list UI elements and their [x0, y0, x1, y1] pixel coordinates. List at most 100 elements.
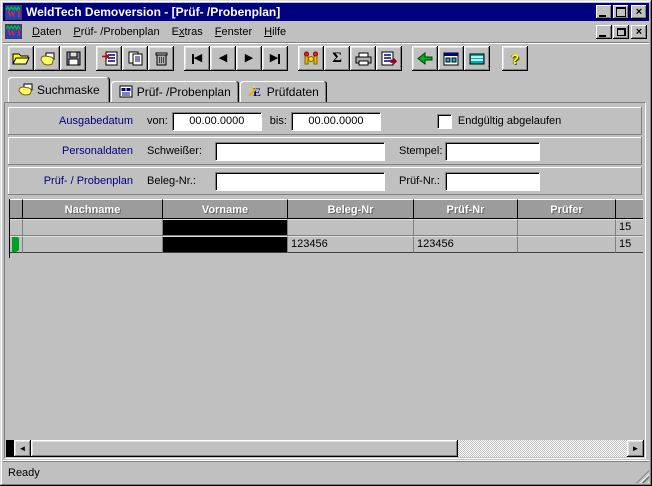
cell-nachname[interactable]	[23, 219, 163, 236]
grid-header-row: Nachname Vorname Beleg-Nr Prüf-Nr Prüfer	[10, 199, 643, 219]
printer-icon	[355, 52, 372, 66]
append-record-button[interactable]	[96, 46, 122, 71]
mdi-close-icon: ×	[636, 27, 642, 37]
form-row-personaldaten: Personaldaten Schweißer: Stempel:	[8, 137, 642, 165]
menu-daten[interactable]: Daten	[26, 24, 67, 40]
cell-pruef-nr[interactable]: 123456	[414, 236, 518, 253]
column-header-nachname[interactable]: Nachname	[23, 199, 163, 219]
close-button[interactable]: ×	[631, 5, 647, 19]
minimize-icon	[599, 15, 606, 17]
menu-extras[interactable]: Extras	[166, 24, 209, 40]
personaldaten-label: Personaldaten	[8, 145, 133, 157]
beleg-nr-input[interactable]	[215, 172, 385, 191]
trash-icon	[155, 51, 168, 66]
save-button[interactable]	[60, 46, 86, 71]
column-header-extra[interactable]	[616, 199, 643, 219]
status-bar: Ready	[3, 461, 649, 483]
title-bar: WT WeldTech Demoversion - [Prüf- /Proben…	[3, 3, 649, 21]
endgueltig-abgelaufen-checkbox[interactable]	[437, 114, 452, 129]
mdi-close-button[interactable]: ×	[631, 25, 647, 39]
menu-pruef-probenplan[interactable]: Prüf- /Probenplan	[67, 24, 165, 40]
menu-hilfe[interactable]: Hilfe	[258, 24, 292, 40]
quick-search-button[interactable]	[34, 46, 60, 71]
last-record-button[interactable]: ▶	[262, 46, 288, 71]
scroll-right-button[interactable]: ►	[627, 440, 644, 457]
pruef-nr-input[interactable]	[445, 172, 540, 191]
search-hand-icon	[39, 51, 56, 66]
schweisser-input[interactable]	[215, 142, 385, 161]
sum-button[interactable]: Σ	[324, 46, 350, 71]
next-record-button[interactable]: ▶	[236, 46, 262, 71]
horizontal-scrollbar: ◄ ►	[6, 440, 644, 457]
cell-beleg-nr[interactable]: 123456	[288, 236, 414, 253]
binoculars-icon	[303, 51, 319, 66]
von-date-input[interactable]	[172, 112, 262, 131]
tab-suchmaske[interactable]: Suchmaske	[8, 77, 110, 102]
pruef-nr-label: Prüf-Nr.:	[399, 175, 443, 187]
help-button[interactable]: ?	[502, 46, 528, 71]
search-hand-icon	[18, 83, 33, 96]
menu-bar: WT Daten Prüf- /Probenplan Extras Fenste…	[3, 21, 649, 43]
column-header-pruef-nr[interactable]: Prüf-Nr	[414, 199, 518, 219]
cell-pruefer[interactable]	[518, 219, 616, 236]
cell-pruef-nr[interactable]	[414, 219, 518, 236]
form-view-button[interactable]	[438, 46, 464, 71]
column-header-vorname[interactable]: Vorname	[163, 199, 288, 219]
schweisser-label: Schweißer:	[147, 145, 215, 157]
stempel-input[interactable]	[445, 142, 540, 161]
resize-grip[interactable]	[636, 470, 649, 483]
wizard-icon: E	[248, 85, 263, 98]
probenplan-label: Prüf- / Probenplan	[8, 175, 133, 187]
exit-button[interactable]	[412, 46, 438, 71]
delete-button[interactable]	[148, 46, 174, 71]
prev-record-button[interactable]: ◀	[210, 46, 236, 71]
scroll-left-button[interactable]: ◄	[14, 440, 31, 457]
bis-date-input[interactable]	[291, 112, 381, 131]
scrollbar-thumb[interactable]	[31, 440, 458, 457]
stempel-label: Stempel:	[399, 145, 443, 157]
column-header-pruefer[interactable]: Prüfer	[518, 199, 616, 219]
window-title: WeldTech Demoversion - [Prüf- /Probenpla…	[26, 5, 595, 19]
scrollbar-split-box[interactable]	[6, 440, 14, 457]
mdi-minimize-button[interactable]	[596, 25, 612, 39]
cell-pruefer[interactable]	[518, 236, 616, 253]
save-floppy-icon	[66, 51, 81, 66]
grid-view-button[interactable]	[464, 46, 490, 71]
mdi-restore-icon	[617, 28, 626, 36]
menu-fenster[interactable]: Fenster	[209, 24, 258, 40]
last-record-icon: ▶	[270, 53, 280, 64]
app-icon[interactable]: WT	[5, 5, 22, 20]
cell-extra[interactable]: 15	[616, 236, 643, 253]
status-text: Ready	[8, 467, 40, 479]
toolbar: ◀ ◀ ▶ ▶ Σ	[3, 43, 649, 74]
grid-window-icon	[469, 53, 485, 65]
mdi-child-icon[interactable]: WT	[5, 24, 22, 39]
endgueltig-abgelaufen-label: Endgültig abgelaufen	[458, 115, 561, 127]
results-grid: Nachname Vorname Beleg-Nr Prüf-Nr Prüfer…	[9, 199, 643, 258]
first-record-button[interactable]: ◀	[184, 46, 210, 71]
tab-pruefdaten[interactable]: E Prüfdaten	[240, 81, 327, 102]
report-button[interactable]	[376, 46, 402, 71]
cell-extra[interactable]: 15	[616, 219, 643, 236]
mdi-restore-button[interactable]	[613, 25, 629, 39]
tab-pruef-probenplan[interactable]: Prüf- /Probenplan	[111, 81, 239, 102]
cell-vorname-redacted[interactable]	[163, 219, 288, 236]
cell-nachname[interactable]	[23, 236, 163, 253]
find-button[interactable]	[298, 46, 324, 71]
form-doc-icon	[119, 85, 133, 98]
maximize-button[interactable]	[613, 5, 629, 19]
cell-vorname-redacted[interactable]	[163, 236, 288, 253]
table-row: 123456 123456 15	[10, 236, 643, 253]
beleg-nr-label: Beleg-Nr.:	[147, 175, 215, 187]
mdi-minimize-icon	[599, 35, 606, 37]
tab-label: Prüfdaten	[267, 85, 319, 99]
copy-button[interactable]	[122, 46, 148, 71]
first-record-icon: ◀	[192, 53, 202, 64]
print-button[interactable]	[350, 46, 376, 71]
scrollbar-track[interactable]	[458, 440, 627, 457]
open-button[interactable]	[8, 46, 34, 71]
cell-beleg-nr[interactable]	[288, 219, 414, 236]
column-header-beleg-nr[interactable]: Beleg-Nr	[288, 199, 414, 219]
minimize-button[interactable]	[596, 5, 612, 19]
scroll-right-icon: ►	[632, 444, 640, 453]
